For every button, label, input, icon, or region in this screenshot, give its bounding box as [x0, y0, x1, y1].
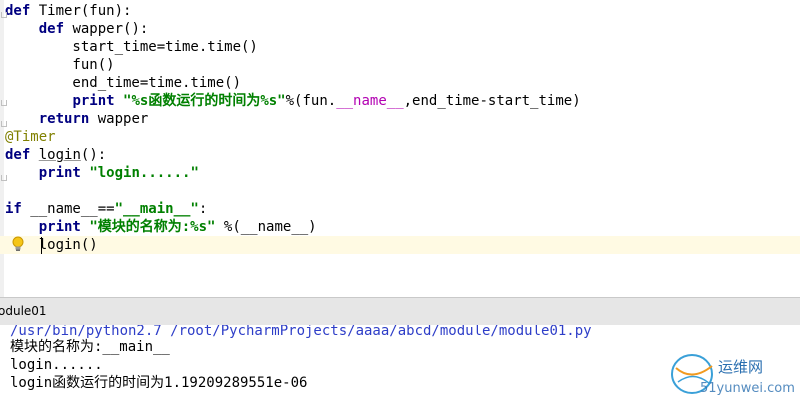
code-line[interactable]: if __name__=="__main__": [5, 200, 207, 218]
code-line[interactable]: print "%s函数运行的时间为%s"%(fun.__name__,end_t… [5, 92, 581, 110]
code-token: "login......" [89, 165, 199, 181]
code-line-content: end_time=time.time() [5, 75, 241, 91]
code-line-current[interactable]: login() [0, 236, 800, 254]
code-line-content: if __name__=="__main__": [5, 201, 207, 217]
code-line-content: print "%s函数运行的时间为%s"%(fun.__name__,end_t… [5, 93, 581, 109]
watermark-subtext: 51yunwei.com [700, 381, 795, 396]
code-editor[interactable]: def Timer(fun): def wapper(): start_time… [0, 0, 800, 297]
run-tool-window-header[interactable]: odule01 [0, 297, 800, 326]
fold-marker[interactable] [1, 175, 7, 181]
code-token: if [5, 201, 22, 217]
watermark-logo: 运维网 51yunwei.com [671, 354, 795, 396]
code-token: def [5, 147, 31, 163]
code-token: (): [80, 147, 107, 163]
code-token: return [38, 111, 90, 127]
code-line-content: def wapper(): [5, 21, 149, 37]
watermark-text: 运维网 [718, 358, 763, 376]
code-token: def [5, 3, 31, 19]
code-line-content: start_time=time.time() [5, 39, 258, 55]
code-line-content: print "login......" [5, 165, 199, 181]
code-token: print [72, 93, 115, 109]
code-line[interactable]: print "login......" [5, 164, 199, 182]
code-token: print [38, 165, 81, 181]
code-token: __name__ [336, 93, 404, 109]
fold-marker[interactable] [1, 121, 7, 127]
code-line-content: return wapper [5, 111, 149, 127]
code-line[interactable]: return wapper [5, 110, 149, 128]
code-token: "__main__" [114, 201, 199, 217]
fold-marker[interactable] [1, 12, 7, 18]
code-token: start_time=time.time() [5, 39, 258, 55]
code-token: __name__== [21, 201, 115, 217]
code-line[interactable]: def Timer(fun): [5, 2, 131, 20]
code-token: "%s函数运行的时间为%s" [123, 93, 286, 109]
console-output-line: 模块的名称为:__main__ [10, 339, 170, 355]
code-token: fun() [5, 57, 115, 73]
code-line-content: def Timer(fun): [5, 3, 131, 19]
code-line-content: def login(): [5, 147, 106, 163]
code-token: def [38, 21, 65, 37]
code-token: @Timer [5, 129, 56, 145]
code-token: wapper [89, 111, 149, 127]
code-token: login [38, 147, 81, 163]
code-token: %(fun. [285, 93, 337, 109]
run-tab-label[interactable]: odule01 [0, 303, 47, 319]
code-line[interactable]: start_time=time.time() [5, 38, 258, 56]
lightbulb-icon[interactable] [11, 236, 25, 252]
code-token: end_time=time.time() [5, 75, 242, 91]
code-token: Timer(fun): [30, 3, 132, 19]
console-output-line: login函数运行的时间为1.19209289551e-06 [10, 375, 308, 391]
code-token: wapper(): [64, 21, 149, 37]
fold-marker[interactable] [1, 100, 7, 106]
console-output-line: login...... [10, 357, 103, 373]
code-line[interactable]: end_time=time.time() [5, 74, 241, 92]
code-token: print [38, 219, 81, 235]
code-line-content: print "模块的名称为:%s" %(__name__) [5, 219, 317, 235]
code-token: %(__name__) [215, 219, 317, 235]
text-caret [41, 237, 42, 254]
code-line-content: fun() [5, 57, 115, 73]
code-token: "模块的名称为:%s" [89, 219, 216, 235]
code-token: ,end_time-start_time) [403, 93, 581, 109]
code-line-content: @Timer [5, 129, 56, 145]
code-line[interactable]: @Timer [5, 128, 56, 146]
code-line[interactable]: fun() [5, 56, 115, 74]
code-line[interactable]: def wapper(): [5, 20, 149, 38]
code-line[interactable]: print "模块的名称为:%s" %(__name__) [5, 218, 317, 236]
code-token: : [198, 201, 208, 217]
code-line[interactable]: def login(): [5, 146, 106, 164]
